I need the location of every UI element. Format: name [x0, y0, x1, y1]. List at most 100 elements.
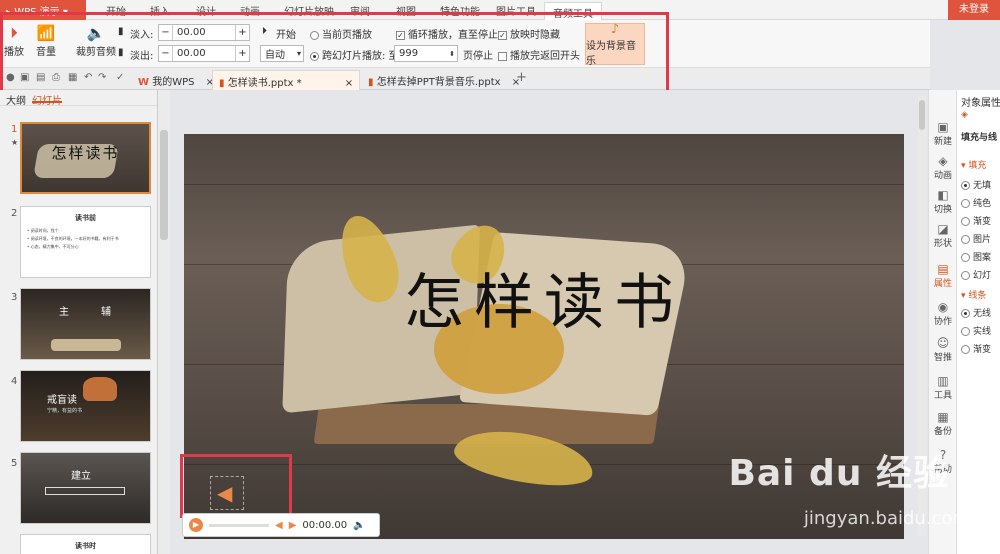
backup-icon: ▦ — [937, 410, 949, 424]
fill-option-label: 无填 — [973, 181, 992, 191]
fill-option-label: 图片 — [973, 235, 992, 245]
shape-label: 形状 — [933, 239, 952, 249]
play-icon[interactable]: ▶ — [189, 518, 203, 532]
thumb-number: 2 — [11, 208, 18, 219]
login-button[interactable]: 未登录 — [948, 0, 1000, 20]
new-label: 新建 — [933, 137, 952, 147]
thumb-title-left: 主 — [59, 307, 69, 318]
line-section-label: 线条 — [968, 291, 987, 301]
slides-panel-tabs: 大纲 幻灯片 — [0, 90, 157, 107]
radio-icon — [961, 271, 970, 280]
fill-option-gradient[interactable]: 渐变 — [961, 214, 991, 227]
fill-option-slide[interactable]: 幻灯 — [961, 268, 991, 281]
slide-thumb-1[interactable]: 怎样读书 — [20, 122, 151, 194]
transition-label: 切换 — [933, 205, 952, 215]
ribbon-highlight-box — [0, 12, 669, 96]
fill-option-label: 纯色 — [973, 199, 992, 209]
forward-icon[interactable]: ▶ — [289, 520, 297, 531]
thumb-number: 4 — [11, 376, 18, 387]
radio-icon — [961, 253, 970, 262]
tab-slides[interactable]: 幻灯片 — [32, 92, 62, 107]
slides-scrollbar[interactable] — [158, 90, 170, 554]
line-option-label: 实线 — [973, 327, 992, 337]
new-icon: ▣ — [937, 120, 949, 134]
fill-option-pattern[interactable]: 图案 — [961, 250, 991, 263]
thumb-subtitle: 宁精，有益的书 — [47, 408, 83, 414]
line-option-solid[interactable]: 实线 — [961, 324, 991, 337]
transition-button[interactable]: ◧ 切换 — [929, 188, 957, 215]
book-thumb-image — [51, 339, 121, 351]
thumb-title: 读书前 — [75, 214, 96, 222]
radio-icon — [961, 345, 970, 354]
slide-thumb-4[interactable]: 戒盲读 宁精，有益的书 — [20, 370, 151, 442]
slide-thumb-6[interactable]: 读书时 — [20, 534, 151, 554]
smart-button[interactable]: ☺ 智推 — [929, 336, 957, 363]
thumb-line: • 阅读环境，不良的环境，一本好的书籍，有利于书 — [27, 236, 119, 241]
property-panel-header: 对象属性 — [961, 98, 1000, 109]
fill-option-none[interactable]: 无填 — [961, 178, 991, 191]
lamp-thumb-image — [83, 377, 117, 401]
radio-icon — [961, 235, 970, 244]
tools-icon: ▥ — [937, 374, 949, 388]
tab-fill-line[interactable]: 填充与线 — [961, 130, 997, 143]
baidu-watermark-logo: Bai du 经验 — [728, 453, 950, 494]
thumb-title: 戒盲读 — [47, 395, 77, 406]
slide-thumb-5[interactable]: 建立 — [20, 452, 151, 524]
fill-option-label: 幻灯 — [973, 271, 992, 281]
rewind-icon[interactable]: ◀ — [275, 520, 283, 531]
tools-button[interactable]: ▥ 工具 — [929, 374, 957, 401]
new-button[interactable]: ▣ 新建 — [929, 120, 957, 147]
baidu-watermark-url: jingyan.baidu.com — [803, 508, 970, 529]
radio-checked-icon — [961, 309, 970, 318]
scrollbar-thumb[interactable] — [919, 100, 925, 130]
slides-panel: 大纲 幻灯片 1 ★ 怎样读书 2 读书前 • 阅读时间，找个 • 阅读环境，不… — [0, 90, 158, 554]
properties-button[interactable]: ▤ 属性 — [929, 262, 957, 289]
thumb-title-right: 辅 — [101, 307, 111, 318]
radio-icon — [961, 327, 970, 336]
properties-icon: ▤ — [937, 262, 949, 276]
line-option-none[interactable]: 无线 — [961, 306, 991, 319]
volume-icon[interactable]: 🔈 — [353, 520, 365, 531]
radio-checked-icon — [961, 181, 970, 190]
smart-icon: ☺ — [936, 336, 950, 350]
audio-highlight-box — [180, 454, 292, 518]
shape-button[interactable]: ◪ 形状 — [929, 222, 957, 249]
property-panel: 对象属性 ◈ 填充与线 ▾ 填充 无填 纯色 渐变 图片 图案 幻灯 ▾ 线条 … — [956, 90, 1000, 554]
line-option-gradient[interactable]: 渐变 — [961, 342, 991, 355]
line-option-label: 无线 — [973, 309, 992, 319]
slide-title[interactable]: 怎样读书 — [184, 254, 904, 341]
thumb-number: 1 — [11, 124, 18, 135]
fill-option-solid[interactable]: 纯色 — [961, 196, 991, 209]
thumb-title: 怎样读书 — [51, 144, 120, 162]
radio-icon — [961, 217, 970, 226]
collaborate-icon: ◉ — [937, 300, 949, 314]
thumb-number: 5 — [11, 458, 18, 469]
thumb-number: 3 — [11, 292, 18, 303]
fill-option-picture[interactable]: 图片 — [961, 232, 991, 245]
animation-button[interactable]: ◈ 动画 — [929, 154, 957, 181]
backup-button[interactable]: ▦ 备份 — [929, 410, 957, 437]
thumb-title: 建立 — [71, 471, 91, 482]
line-section-title[interactable]: ▾ 线条 — [961, 288, 986, 301]
thumb-line: • 阅读时间，找个 — [27, 228, 59, 233]
slide-thumb-2[interactable]: 读书前 • 阅读时间，找个 • 阅读环境，不良的环境，一本好的书籍，有利于书 •… — [20, 206, 151, 278]
fill-option-label: 图案 — [973, 253, 992, 263]
fill-section-label: 填充 — [968, 161, 987, 171]
scrollbar-thumb[interactable] — [160, 130, 168, 240]
fill-option-label: 渐变 — [973, 217, 992, 227]
collaborate-button[interactable]: ◉ 协作 — [929, 300, 957, 327]
thumb-line: • 心态，精力集中，不可分心 — [27, 244, 79, 249]
animation-label: 动画 — [933, 171, 952, 181]
transition-icon: ◧ — [937, 188, 949, 202]
player-time: 00:00.00 — [302, 519, 348, 531]
slide-thumb-3[interactable]: 主 辅 — [20, 288, 151, 360]
thumb-title: 读书时 — [75, 542, 96, 550]
tools-label: 工具 — [933, 391, 952, 401]
thumb-textbox — [45, 487, 125, 495]
fill-section-title[interactable]: ▾ 填充 — [961, 158, 986, 171]
properties-label: 属性 — [933, 279, 952, 289]
backup-label: 备份 — [933, 427, 952, 437]
tab-outline[interactable]: 大纲 — [6, 92, 26, 107]
progress-track[interactable] — [209, 523, 269, 527]
animation-icon: ◈ — [938, 154, 948, 168]
